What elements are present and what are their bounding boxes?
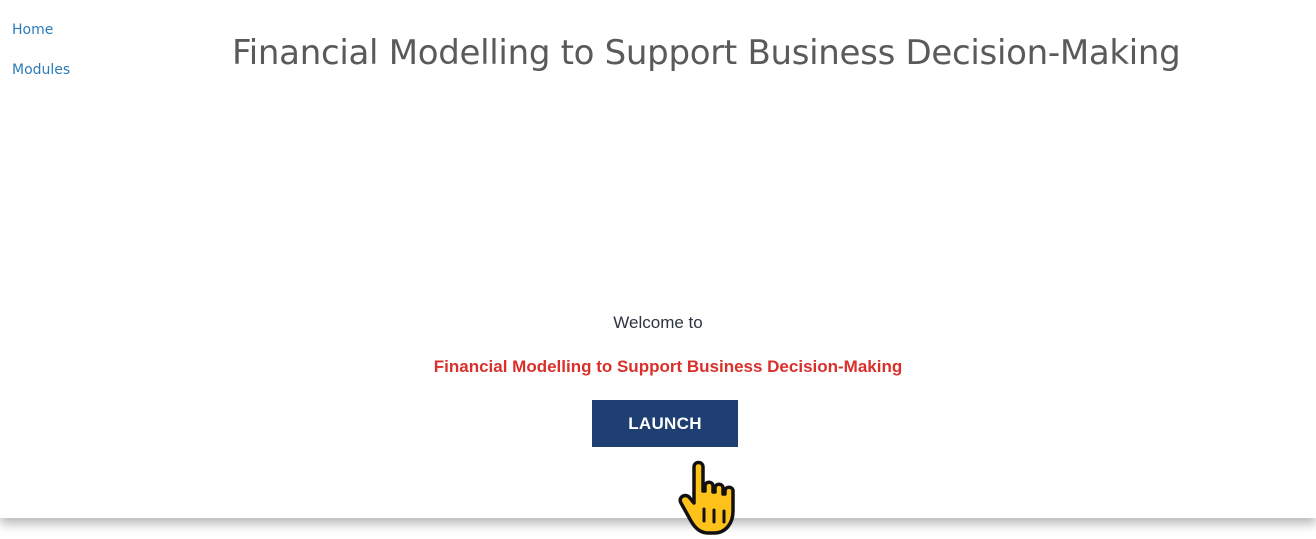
nav-link-modules[interactable]: Modules [12,60,70,80]
nav-link-home[interactable]: Home [12,20,70,40]
content-frame: Home Modules Financial Modelling to Supp… [0,0,1316,518]
launch-button[interactable]: LAUNCH [592,400,738,447]
course-nav: Home Modules [12,20,70,100]
welcome-text: Welcome to [613,313,703,332]
course-name: Financial Modelling to Support Business … [433,357,903,376]
page-title: Financial Modelling to Support Business … [232,33,1181,73]
hand-pointer-icon [678,460,735,535]
